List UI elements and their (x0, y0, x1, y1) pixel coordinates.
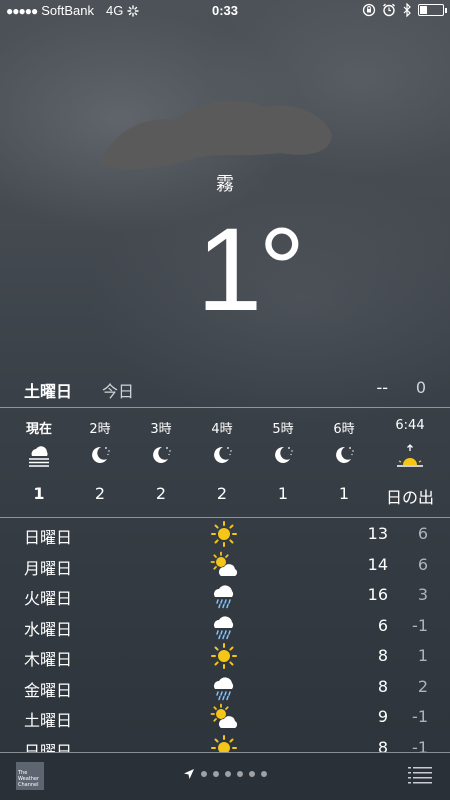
status-right (362, 3, 447, 17)
daily-low: 6 (417, 524, 428, 543)
daily-high: 8 (377, 737, 388, 753)
moon-clear-icon (136, 444, 186, 474)
daily-high: 6 (377, 615, 388, 635)
daily-low: -1 (412, 737, 428, 753)
daily-high: 8 (377, 676, 388, 696)
hourly-temperature: 1 (338, 484, 350, 503)
hourly-time: 3時 (150, 422, 172, 437)
daily-low: -1 (412, 707, 428, 726)
daily-day: 日曜日 (24, 528, 73, 547)
daily-day: 金曜日 (24, 680, 73, 700)
today-summary: 土曜日 今日 -- 0 (24, 378, 426, 404)
divider-hourly (0, 517, 450, 518)
hourly-temperature: 2 (155, 484, 167, 503)
rain-icon (210, 612, 242, 642)
hourly-item: 6:44 日の出 (380, 408, 440, 516)
rotation-lock-icon (362, 3, 376, 17)
daily-low: 6 (417, 554, 428, 574)
daily-high: 16 (367, 585, 388, 604)
daily-high: 13 (367, 524, 388, 543)
location-arrow-icon (184, 769, 194, 779)
page-dot[interactable] (237, 771, 243, 777)
page-dot[interactable] (213, 771, 219, 777)
today-day: 土曜日 (24, 382, 73, 401)
hourly-item: 3時 2 (136, 408, 186, 516)
sun-icon (210, 520, 242, 550)
daily-high: 9 (377, 707, 388, 726)
daily-low: 1 (417, 646, 428, 665)
sunrise-icon (380, 444, 440, 474)
daily-row: 水曜日 6 -1 (0, 612, 450, 642)
battery-icon (418, 4, 447, 16)
page-dot[interactable] (261, 771, 267, 777)
daily-forecast[interactable]: 日曜日 13 6 月曜日 14 6 火曜日 16 3 水曜日 6 -1 木曜日 8 1 金曜日 8 2 土曜日 9 -1… (0, 520, 450, 752)
page-dot[interactable] (201, 771, 207, 777)
moon-clear-icon (75, 444, 125, 474)
hourly-temperature: 2 (94, 484, 106, 503)
divider-bottom (0, 752, 450, 753)
daily-row: 月曜日 14 6 (0, 551, 450, 581)
daily-row: 日曜日 13 6 (0, 520, 450, 550)
daily-day: 火曜日 (24, 589, 73, 608)
daily-row: 火曜日 16 3 (0, 581, 450, 611)
partly-cloudy-icon (210, 703, 242, 733)
today-high: -- (376, 378, 388, 397)
sun-icon (210, 734, 242, 752)
daily-day: 水曜日 (24, 619, 73, 639)
alarm-icon (383, 3, 395, 17)
page-dot[interactable] (249, 771, 255, 777)
daily-low: 3 (417, 585, 428, 604)
fog-icon (14, 444, 64, 474)
hourly-item: 現在 1 (14, 408, 64, 516)
hourly-time: 4時 (211, 422, 233, 437)
rain-icon (210, 673, 242, 703)
status-bar: ●●●●● SoftBank 4G 0:33 (0, 0, 450, 22)
daily-high: 8 (377, 646, 388, 665)
hourly-time: 6:44 (395, 418, 425, 433)
daily-row: 土曜日 9 -1 (0, 703, 450, 733)
hourly-forecast[interactable]: 現在 1 2時 2 3時 2 4時 2 5時 1 6時 1 6:44 日の出 (10, 408, 450, 516)
moon-clear-icon (319, 444, 369, 474)
daily-low: -1 (412, 615, 428, 635)
daily-row: 金曜日 8 2 (0, 673, 450, 703)
daily-high: 14 (367, 554, 388, 574)
daily-day: 木曜日 (24, 650, 73, 669)
hourly-temperature: 2 (216, 484, 228, 503)
hourly-item: 4時 2 (197, 408, 247, 516)
hourly-temperature: 日の出 (385, 488, 434, 507)
daily-row: 日曜日 8 -1 (0, 734, 450, 753)
daily-low: 2 (417, 676, 428, 696)
current-temperature: 1° (196, 204, 306, 336)
hourly-time: 現在 (25, 422, 52, 437)
weather-condition: 霧 (216, 174, 234, 195)
hourly-item: 5時 1 (258, 408, 308, 516)
battery-fill (420, 6, 427, 14)
bluetooth-icon (403, 3, 411, 17)
today-label: 今日 (102, 382, 135, 401)
hourly-item: 2時 2 (75, 408, 125, 516)
hourly-item: 6時 1 (319, 408, 369, 516)
page-indicator[interactable] (0, 768, 450, 780)
moon-clear-icon (258, 444, 308, 474)
rain-icon (210, 581, 242, 611)
moon-clear-icon (197, 444, 247, 474)
today-low: 0 (415, 378, 426, 397)
bottom-toolbar: The Weather Channel (0, 752, 450, 800)
hourly-time: 5時 (272, 422, 294, 437)
partly-cloudy-icon (210, 551, 242, 581)
hourly-temperature: 1 (277, 484, 289, 503)
hourly-time: 6時 (333, 422, 355, 437)
daily-day: 土曜日 (24, 711, 73, 730)
list-icon[interactable] (408, 766, 432, 784)
daily-row: 木曜日 8 1 (0, 642, 450, 672)
daily-day: 日曜日 (24, 741, 73, 753)
daily-day: 月曜日 (24, 558, 73, 578)
page-dot[interactable] (225, 771, 231, 777)
sun-icon (210, 642, 242, 672)
hourly-temperature: 1 (33, 484, 45, 503)
city-name-redacted (100, 100, 332, 170)
hourly-time: 2時 (89, 422, 111, 437)
